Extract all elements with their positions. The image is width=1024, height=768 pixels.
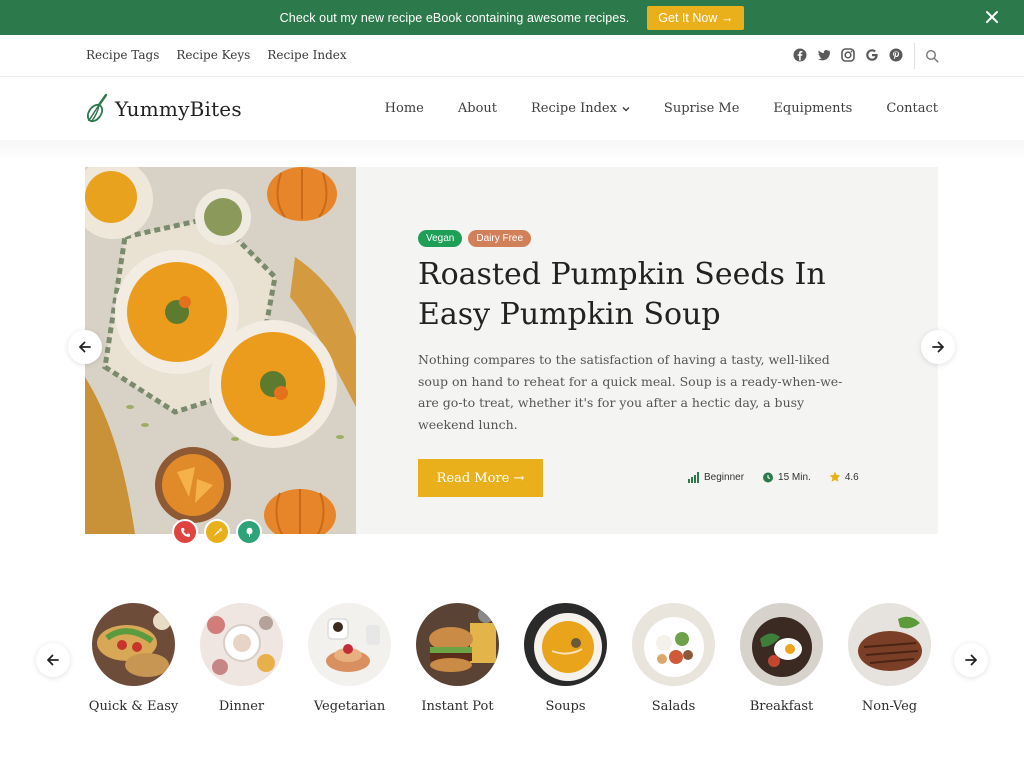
carrot-icon[interactable] [204, 519, 230, 545]
phone-icon[interactable] [172, 519, 198, 545]
floating-action-icons [172, 519, 262, 545]
nav-item-suprise-me[interactable]: Suprise Me [664, 101, 739, 116]
vegetarian-cake-image [308, 603, 391, 686]
category-label: Breakfast [749, 699, 814, 714]
category-label: Instant Pot [421, 699, 494, 714]
category-label: Soups [545, 699, 586, 714]
rating-value: 4.6 [844, 471, 859, 483]
tacos-image [92, 603, 175, 686]
announcement-text: Check out my new recipe eBook containing… [279, 10, 630, 25]
hero-slide: Vegan Dairy Free Roasted Pumpkin Seeds I… [85, 167, 938, 534]
hero-next-button[interactable] [921, 330, 955, 364]
category-non-veg[interactable]: Non-Veg [848, 603, 931, 714]
salad-image [632, 603, 715, 686]
site-title: YummyBites [115, 97, 242, 121]
category-salads[interactable]: Salads [632, 603, 715, 714]
search-icon[interactable] [925, 49, 939, 63]
carrot-glyph [213, 527, 222, 536]
nav-item-equipments[interactable]: Equipments [773, 101, 852, 116]
top-link-recipe-tags[interactable]: Recipe Tags [86, 48, 159, 62]
category-soups[interactable]: Soups [524, 603, 607, 714]
tag-vegan[interactable]: Vegan [418, 230, 463, 247]
signal-bars-icon [688, 472, 699, 483]
balloon-icon[interactable] [236, 519, 262, 545]
read-more-button[interactable]: Read More → [418, 459, 543, 497]
arrow-left-icon [47, 654, 59, 666]
divider [914, 43, 915, 69]
tag-dairy-free[interactable]: Dairy Free [468, 230, 532, 247]
facebook-icon[interactable] [793, 48, 807, 62]
instagram-icon[interactable] [841, 48, 855, 62]
site-logo[interactable]: YummyBites [85, 93, 242, 125]
nav-item-about[interactable]: About [458, 101, 497, 116]
main-header: YummyBites Home About Recipe Index Supri… [0, 77, 1024, 141]
hero-title[interactable]: Roasted Pumpkin Seeds In Easy Pumpkin So… [418, 255, 868, 335]
chevron-down-icon [622, 106, 630, 111]
burger-image [416, 603, 499, 686]
phone-glyph [180, 527, 190, 537]
google-icon[interactable] [865, 48, 879, 62]
rating-meta: 4.6 [829, 471, 859, 483]
pumpkin-soup-illustration [85, 167, 356, 534]
category-label: Vegetarian [313, 699, 386, 714]
category-label: Non-Veg [861, 699, 918, 714]
category-prev-button[interactable] [36, 643, 70, 677]
header-shadow [0, 140, 1024, 160]
nav-item-recipe-index-label: Recipe Index [531, 101, 617, 116]
balloon-glyph [246, 527, 252, 537]
clock-icon [763, 472, 774, 483]
time-meta: 15 Min. [762, 471, 811, 483]
hero-image-pumpkin-soup[interactable] [85, 167, 356, 534]
category-label: Quick & Easy [88, 699, 179, 714]
main-nav: Home About Recipe Index Suprise Me Equip… [385, 101, 938, 116]
category-label: Salads [651, 699, 696, 714]
top-links: Recipe Tags Recipe Keys Recipe Index [86, 48, 347, 62]
soup-image [524, 603, 607, 686]
get-it-now-button[interactable]: Get It Now → [647, 5, 745, 30]
steak-image [848, 603, 931, 686]
top-utility-bar: Recipe Tags Recipe Keys Recipe Index [0, 35, 1024, 77]
arrow-left-icon [79, 341, 91, 353]
top-link-recipe-index[interactable]: Recipe Index [267, 48, 346, 62]
category-carousel: Quick & Easy Dinner Vegetarian Instant P… [88, 603, 931, 714]
star-icon [829, 471, 841, 482]
recipe-tags: Vegan Dairy Free [418, 230, 868, 247]
category-breakfast[interactable]: Breakfast [740, 603, 823, 714]
category-instant-pot[interactable]: Instant Pot [416, 603, 499, 714]
category-dinner[interactable]: Dinner [200, 603, 283, 714]
hero-prev-button[interactable] [68, 330, 102, 364]
arrow-right-icon [932, 341, 944, 353]
difficulty-label: Beginner [704, 471, 745, 483]
whisk-icon [86, 93, 108, 123]
hero-actions: Read More → Beginner 15 Min. 4.6 [418, 459, 868, 497]
time-label: 15 Min. [778, 471, 811, 483]
pinterest-icon[interactable] [889, 48, 903, 62]
arrow-right-icon [965, 654, 977, 666]
top-link-recipe-keys[interactable]: Recipe Keys [176, 48, 250, 62]
hero-content: Vegan Dairy Free Roasted Pumpkin Seeds I… [418, 230, 868, 497]
social-links [793, 48, 903, 62]
nav-item-contact[interactable]: Contact [886, 101, 938, 116]
hero-description: Nothing compares to the satisfaction of … [418, 352, 843, 432]
twitter-icon[interactable] [817, 48, 831, 62]
breakfast-image [740, 603, 823, 686]
category-quick-easy[interactable]: Quick & Easy [88, 603, 179, 714]
close-icon[interactable] [984, 9, 1000, 25]
category-next-button[interactable] [954, 643, 988, 677]
dinner-table-image [200, 603, 283, 686]
nav-item-recipe-index[interactable]: Recipe Index [531, 101, 630, 116]
announcement-bar: Check out my new recipe eBook containing… [0, 0, 1024, 35]
nav-item-home[interactable]: Home [385, 101, 424, 116]
difficulty-meta: Beginner [688, 471, 744, 483]
category-vegetarian[interactable]: Vegetarian [308, 603, 391, 714]
recipe-meta: Beginner 15 Min. 4.6 [688, 471, 859, 483]
category-label: Dinner [218, 699, 265, 714]
